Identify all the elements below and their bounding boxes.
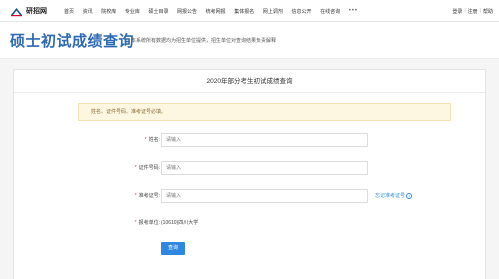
logo-text: 研招网: [26, 6, 47, 15]
required-notice: 姓名、证件号码、准考证号必填。: [78, 103, 451, 121]
page-header: 硕士初试成绩查询 本系统所有数据均为招生单位提供，招生单位对查询结果负责解释: [0, 22, 499, 59]
exam-number-label: * 准考证号:: [135, 189, 160, 203]
unit-label-text: 报考单位:: [138, 220, 160, 226]
required-mark: *: [134, 220, 137, 226]
auth-separator: |: [464, 8, 466, 14]
name-label: * 姓名:: [145, 133, 160, 147]
forgot-link-text: 忘记准考证号: [375, 193, 406, 199]
id-number-label-text: 证件号码:: [138, 165, 160, 171]
required-mark: *: [134, 193, 137, 199]
help-link[interactable]: 帮助: [483, 8, 493, 15]
help-circle-icon: ?: [406, 192, 413, 199]
login-link[interactable]: 登录: [452, 8, 462, 15]
page-title: 硕士初试成绩查询: [10, 33, 135, 50]
id-number-input[interactable]: [161, 161, 368, 175]
name-row: * 姓名:: [14, 133, 485, 147]
page-description: 本系统所有数据均为招生单位提供，招生单位对查询结果负责解释: [131, 38, 277, 44]
auth-separator: |: [479, 8, 481, 14]
exam-number-label-text: 准考证号:: [138, 193, 160, 199]
card-title: 2020年部分考生初试成绩查询: [14, 70, 485, 93]
nav-item-announcements[interactable]: 网报公告: [177, 8, 197, 15]
name-input[interactable]: [161, 133, 368, 147]
required-mark: *: [144, 137, 147, 143]
unit-label: * 报考单位:: [135, 216, 160, 230]
unit-row: * 报考单位: (10610)四川大学: [14, 216, 485, 230]
unit-value: (10610)四川大学: [161, 220, 199, 226]
nav-item-group-registration[interactable]: 集体报名: [234, 8, 254, 15]
query-button[interactable]: 查询: [161, 242, 185, 255]
exam-number-row: *准考证号: 忘记准考证号?: [14, 189, 485, 203]
exam-number-input[interactable]: [161, 189, 368, 203]
required-mark: *: [134, 165, 137, 171]
nav-item-home[interactable]: 首页: [64, 8, 74, 15]
forgot-exam-number-link[interactable]: 忘记准考证号?: [375, 189, 413, 203]
nav-item-consult[interactable]: 在线咨询: [320, 8, 340, 15]
nav-item-news[interactable]: 资讯: [83, 8, 93, 15]
nav-item-schools[interactable]: 院校库: [101, 8, 116, 15]
nav-item-catalog[interactable]: 硕士目录: [148, 8, 168, 15]
query-card: 2020年部分考生初试成绩查询 姓名、证件号码、准考证号必填。 *姓名: *证件…: [13, 69, 486, 279]
name-label-text: 姓名:: [148, 137, 160, 143]
site-logo[interactable]: 研招网: [10, 5, 47, 17]
nav-item-disclosure[interactable]: 信息公开: [291, 8, 311, 15]
top-navbar: 研招网 首页 资讯 院校库 专业库 硕士目录 网报公告 统考网报 集体报名 网上…: [0, 0, 499, 22]
nav-more-icon[interactable]: •••: [349, 8, 358, 14]
register-link[interactable]: 注册: [468, 8, 478, 15]
id-number-label: * 证件号码:: [135, 161, 160, 175]
nav-item-adjustment[interactable]: 网上调剂: [263, 8, 283, 15]
auth-links: 登录 | 注册 | 帮助: [452, 0, 493, 22]
logo-icon: [10, 6, 23, 17]
main-nav: 首页 资讯 院校库 专业库 硕士目录 网报公告 统考网报 集体报名 网上调剂 信…: [64, 0, 358, 22]
nav-item-registration[interactable]: 统考网报: [206, 8, 226, 15]
id-number-row: * 证件号码:: [14, 161, 485, 175]
nav-item-majors[interactable]: 专业库: [125, 8, 140, 15]
